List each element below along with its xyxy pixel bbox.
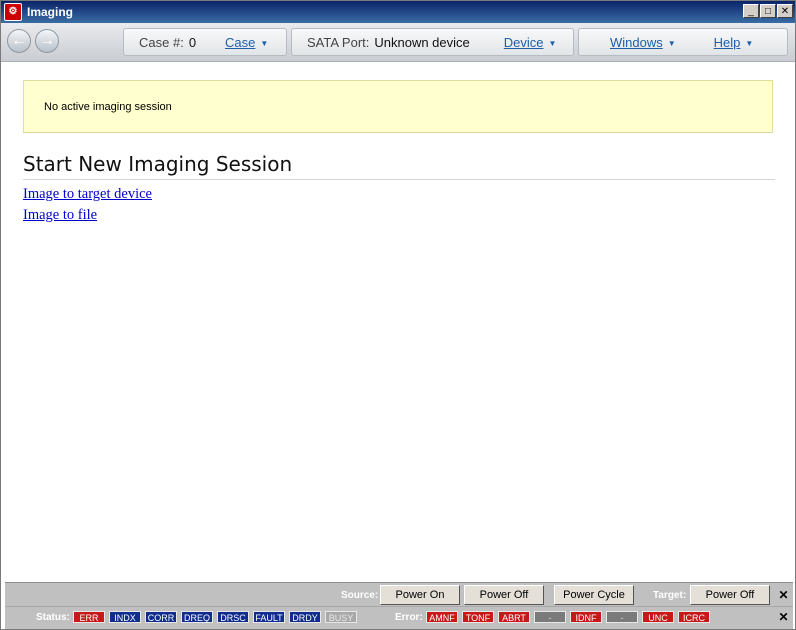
toolbar: ← → Case #: 0 Case ▼ SATA Port: Unknown d… (1, 23, 795, 62)
status-flag-err: ERR (73, 611, 105, 623)
error-flag-abrt: ABRT (498, 611, 530, 623)
minimize-button[interactable]: _ (743, 4, 759, 18)
help-menu[interactable]: Help ▼ (714, 35, 754, 50)
error-flag-tonf: TONF (462, 611, 494, 623)
arrow-right-icon: → (39, 32, 55, 49)
status-flag-drdy: DRDY (289, 611, 321, 623)
device-menu-label: Device (503, 34, 544, 50)
source-power-cycle-button[interactable]: Power Cycle (554, 585, 634, 605)
app-icon[interactable]: ⚙ (4, 3, 22, 21)
forward-button[interactable]: → (35, 29, 59, 53)
source-power-off-button[interactable]: Power Off (464, 585, 544, 605)
device-menu[interactable]: Device ▼ (504, 35, 557, 50)
status-flag-fault: FAULT (253, 611, 285, 623)
session-notice: No active imaging session (23, 80, 773, 133)
page-title: Start New Imaging Session (23, 152, 775, 180)
main-content: No active imaging session Start New Imag… (5, 62, 791, 580)
case-menu[interactable]: Case ▼ (225, 35, 268, 50)
case-menu-label: Case (225, 34, 256, 50)
maximize-button[interactable]: □ (760, 4, 776, 18)
error-flag-unused: - (534, 611, 566, 623)
close-icon[interactable]: ✕ (778, 611, 789, 623)
status-flag-drsc: DRSC (217, 611, 249, 623)
status-flag-corr: CORR (145, 611, 177, 623)
imaging-window: ⚙ Imaging _ □ ✕ ← → Case #: 0 Case ▼ SATA… (0, 0, 796, 630)
source-power-on-button[interactable]: Power On (380, 585, 460, 605)
case-segment: Case #: 0 Case ▼ (123, 28, 287, 56)
port-value: Unknown device (374, 34, 470, 50)
error-flag-amnf: AMNF (426, 611, 458, 623)
notice-text: No active imaging session (44, 100, 172, 113)
case-label: Case #: (139, 34, 184, 50)
error-label: Error: (395, 612, 423, 623)
windows-menu[interactable]: Windows ▼ (610, 35, 676, 50)
case-number: 0 (188, 34, 197, 50)
windows-menu-label: Windows (610, 34, 663, 50)
title-bar[interactable]: ⚙ Imaging _ □ ✕ (1, 1, 795, 23)
ata-register-bar: Status: ERR INDX CORR DREQ DRSC FAULT DR… (5, 606, 793, 629)
target-label: Target: (653, 590, 687, 601)
source-label: Source: (341, 590, 379, 601)
windows-help-segment: Windows ▼ Help ▼ (578, 28, 788, 56)
close-button[interactable]: ✕ (777, 4, 793, 18)
chevron-down-icon: ▼ (548, 38, 557, 48)
target-power-off-button[interactable]: Power Off (690, 585, 770, 605)
status-flag-busy: BUSY (325, 611, 357, 623)
status-flag-indx: INDX (109, 611, 141, 623)
image-to-target-device-link[interactable]: Image to target device (23, 186, 152, 203)
chevron-down-icon: ▼ (667, 38, 676, 48)
close-icon[interactable]: ✕ (778, 589, 789, 601)
arrow-left-icon: ← (11, 32, 27, 49)
error-flag-unused: - (606, 611, 638, 623)
chevron-down-icon: ▼ (260, 38, 269, 48)
status-label: Status: (36, 612, 70, 623)
image-to-file-link[interactable]: Image to file (23, 207, 97, 224)
error-flag-idnf: IDNF (570, 611, 602, 623)
window-controls: _ □ ✕ (742, 4, 793, 18)
status-flag-dreq: DREQ (181, 611, 213, 623)
port-segment: SATA Port: Unknown device Device ▼ (291, 28, 574, 56)
power-control-bar: Source: Power On Power Off Power Cycle T… (5, 582, 793, 607)
port-label: SATA Port: (307, 34, 370, 50)
chevron-down-icon: ▼ (745, 38, 754, 48)
help-menu-label: Help (713, 34, 741, 50)
error-flag-icrc: ICRC (678, 611, 710, 623)
back-button[interactable]: ← (7, 29, 31, 53)
error-flag-unc: UNC (642, 611, 674, 623)
window-title: Imaging (27, 5, 74, 19)
